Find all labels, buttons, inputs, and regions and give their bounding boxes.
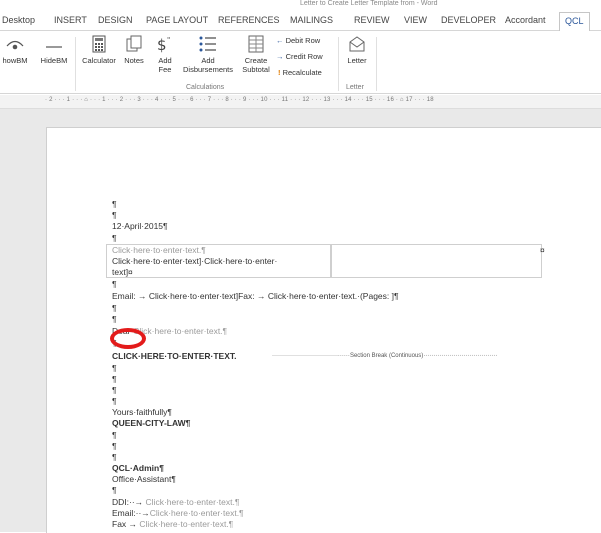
paragraph-mark[interactable]: ¶ [112,374,117,384]
email-contact-placeholder[interactable]: Click·here·to·enter·text.¶ [150,508,244,518]
tab-desktop[interactable]: Desktop [2,15,35,25]
tab-references[interactable]: REFERENCES [218,15,280,25]
fax-contact-label: Fax → [112,519,138,529]
hide-bookmarks-label: HideBM [40,56,68,65]
add-disbursements-button[interactable]: Add Disbursements [180,35,236,74]
paragraph-mark[interactable]: ¶ [112,279,117,289]
ddi-label: DDI:··→ [112,497,144,507]
email-fax-line[interactable]: Email: → Click·here·to·enter·text]Fax: →… [112,291,399,301]
envelope-icon [349,36,365,52]
address-table-cell[interactable] [330,244,542,278]
arrow-left-icon: ← [276,36,284,45]
svg-text:": " [167,36,170,44]
section-break: ·······································S… [272,353,498,359]
paragraph-mark[interactable]: ¶ [112,233,117,243]
debit-row-label: Debit Row [285,36,321,45]
signatory-name[interactable]: QCL·Admin¶ [112,463,164,473]
credit-row-label: Credit Row [285,52,323,61]
tab-view[interactable]: VIEW [404,15,427,25]
salutation-placeholder[interactable]: Click·here·to·enter·text.¶ [133,326,227,336]
calculator-label: Calculator [82,56,116,65]
add-fee-label-2: Fee [158,65,172,74]
notes-icon [126,35,142,52]
show-bookmarks-label: howBM [2,56,28,65]
hide-bookmarks-button[interactable]: HideBM [36,39,72,65]
paragraph-mark[interactable]: ¶ [112,314,117,324]
fax-contact-placeholder[interactable]: Click·here·to·enter·text.¶ [139,519,233,529]
paragraph-mark[interactable]: ¶ [112,396,117,406]
end-of-cell-mark: ¤ [540,245,545,255]
recipient-placeholder[interactable]: Click·here·to·enter·text]·Click·here·to·… [112,256,277,266]
red-highlight-circle [110,328,146,349]
email-contact-label: Email:··→ [112,508,150,518]
paragraph-mark[interactable]: ¶ [112,485,117,495]
dollar-icon: $ " [157,36,170,53]
signatory-role[interactable]: Office·Assistant¶ [112,474,176,484]
paragraph-mark[interactable]: ¶ [112,363,117,373]
subject-placeholder[interactable]: CLICK·HERE·TO·ENTER·TEXT. [112,351,237,361]
paragraph-mark[interactable]: ¶ [112,303,117,313]
paragraph-mark[interactable]: ¶ [112,385,117,395]
arrow-right-icon: → [276,52,284,61]
paragraph-mark[interactable]: ¶ [112,199,117,209]
paragraph-mark[interactable]: ¶ [112,441,117,451]
letter-label: Letter [347,56,367,65]
tab-accordant[interactable]: Accordant [505,15,546,25]
create-subtotal-label-2: Subtotal [242,65,270,74]
tab-insert[interactable]: INSERT [54,15,87,25]
horizontal-ruler[interactable]: · 2 · · · 1 · · · ⌂ · · · 1 · · · 2 · · … [0,95,601,109]
create-subtotal-button[interactable]: Create Subtotal [238,35,274,74]
ddi-line[interactable]: DDI:··→ Click·here·to·enter·text.¶ [112,497,239,507]
tab-review[interactable]: REVIEW [354,15,390,25]
group-separator [338,37,339,91]
notes-label: Notes [124,56,144,65]
section-break-label: Section Break (Continuous) [349,353,424,359]
ribbon-tab-bar: Letter to Create Letter Template from - … [0,0,601,32]
recalculate-label: Recalculate [282,68,322,77]
calculator-icon [92,35,106,53]
table-icon [248,35,264,53]
group-separator [376,37,377,91]
tab-page-layout[interactable]: PAGE LAYOUT [146,15,208,25]
show-bookmarks-button[interactable]: howBM [0,39,30,65]
recipient-placeholder[interactable]: text]¤ [112,267,133,277]
list-icon [199,36,216,52]
ddi-placeholder[interactable]: Click·here·to·enter·text.¶ [146,497,240,507]
window-title: Letter to Create Letter Template from - … [300,0,438,7]
group-separator [75,37,76,91]
fax-contact-line[interactable]: Fax → Click·here·to·enter·text.¶ [112,519,233,529]
recipient-placeholder[interactable]: Click·here·to·enter·text.¶ [112,245,206,255]
credit-row-button[interactable]: → Credit Row [276,52,323,61]
debit-row-button[interactable]: ← Debit Row [276,36,320,45]
create-subtotal-label-1: Create [244,56,268,65]
calculator-button[interactable]: Calculator [78,35,120,65]
date-line[interactable]: 12·April·2015¶ [112,221,168,231]
dash-icon [46,46,62,48]
group-calculations-label: Calculations [186,84,225,91]
closing-line[interactable]: Yours·faithfully¶ [112,407,172,417]
firm-name[interactable]: QUEEN-CITY-LAW¶ [112,418,190,428]
email-contact-line[interactable]: Email:··→Click·here·to·enter·text.¶ [112,508,244,518]
paragraph-mark[interactable]: ¶ [112,430,117,440]
paragraph-mark[interactable]: ¶ [112,210,117,220]
group-letter-label: Letter [346,84,364,91]
tab-qcl[interactable]: QCL [559,12,590,32]
ribbon: howBM HideBM Calculator Notes $ " Add Fee… [0,31,601,94]
paragraph-mark[interactable]: ¶ [112,452,117,462]
recalculate-button[interactable]: ! Recalculate [278,68,322,77]
eye-icon [6,40,24,50]
add-fee-label-1: Add [158,56,172,65]
tab-developer[interactable]: DEVELOPER [441,15,496,25]
tab-design[interactable]: DESIGN [98,15,133,25]
letter-button[interactable]: Letter [342,35,372,65]
tab-mailings[interactable]: MAILINGS [290,15,333,25]
ruler-scale: · 2 · · · 1 · · · ⌂ · · · 1 · · · 2 · · … [45,97,434,103]
notes-button[interactable]: Notes [120,35,148,65]
svg-text:$: $ [157,36,167,53]
add-fee-button[interactable]: $ " Add Fee [152,35,178,74]
add-disbursements-label-2: Disbursements [182,65,234,74]
add-disbursements-label-1: Add [201,56,215,65]
exclamation-icon: ! [278,68,281,77]
